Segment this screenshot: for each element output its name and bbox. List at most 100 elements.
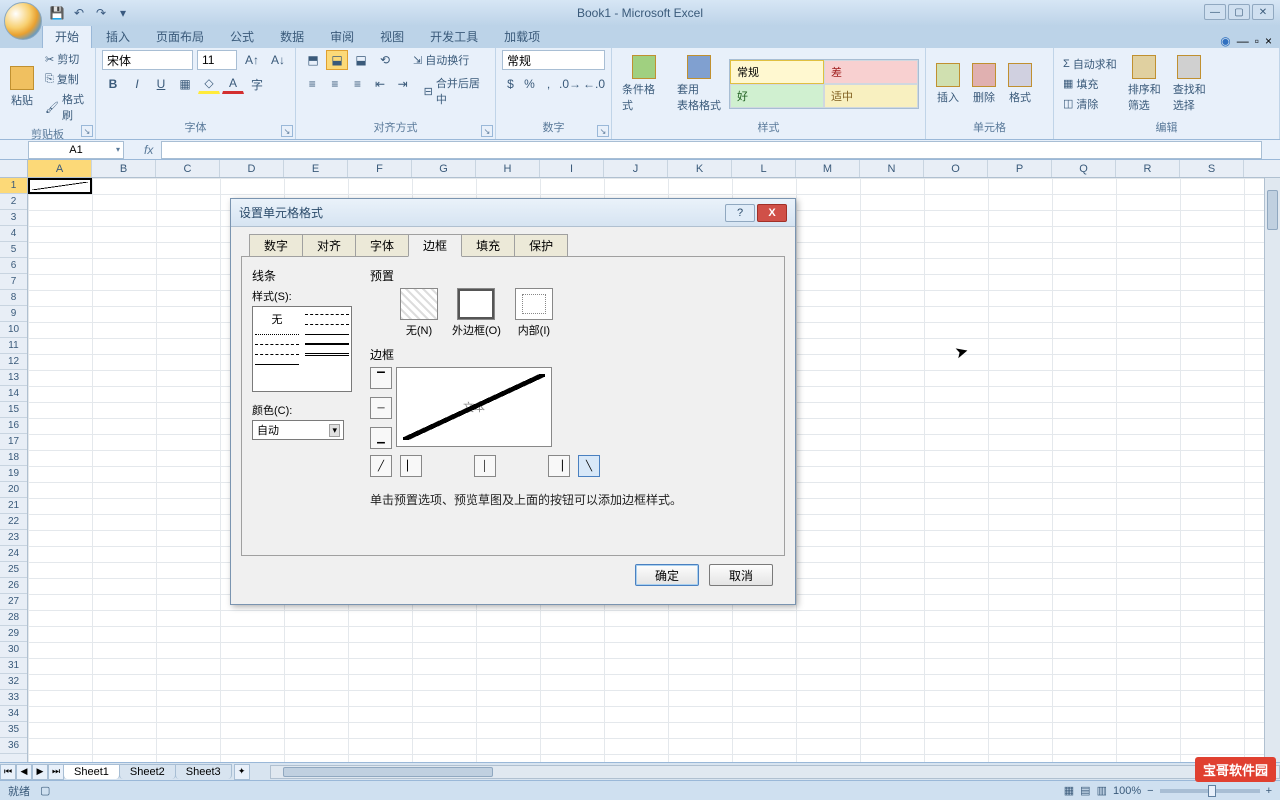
- style-neutral[interactable]: 适中: [824, 84, 918, 108]
- row-header-31[interactable]: 31: [0, 658, 27, 674]
- row-header-15[interactable]: 15: [0, 402, 27, 418]
- tab-formulas[interactable]: 公式: [218, 25, 266, 48]
- zoom-level[interactable]: 100%: [1113, 785, 1141, 797]
- shrink-font-icon[interactable]: A↓: [267, 50, 289, 70]
- col-header-B[interactable]: B: [92, 160, 156, 177]
- row-header-19[interactable]: 19: [0, 466, 27, 482]
- qat-customize-icon[interactable]: ▾: [114, 4, 132, 22]
- col-header-Q[interactable]: Q: [1052, 160, 1116, 177]
- border-button[interactable]: ▦: [174, 74, 196, 94]
- tab-insert[interactable]: 插入: [94, 25, 142, 48]
- bold-button[interactable]: B: [102, 74, 124, 94]
- line-style-none[interactable]: 无: [255, 309, 299, 329]
- tab-addins[interactable]: 加载项: [492, 25, 552, 48]
- fill-color-button[interactable]: ◇: [198, 74, 220, 94]
- comma-button[interactable]: ,: [540, 74, 557, 94]
- col-header-I[interactable]: I: [540, 160, 604, 177]
- dialog-close-button[interactable]: X: [757, 204, 787, 222]
- col-header-O[interactable]: O: [924, 160, 988, 177]
- col-header-N[interactable]: N: [860, 160, 924, 177]
- maximize-button[interactable]: ▢: [1228, 4, 1250, 20]
- clear-button[interactable]: ◫清除: [1060, 95, 1120, 113]
- row-header-30[interactable]: 30: [0, 642, 27, 658]
- number-format-combo[interactable]: 常规: [502, 50, 605, 70]
- dlg-tab-font[interactable]: 字体: [355, 234, 409, 257]
- active-cell-a1[interactable]: [28, 178, 92, 194]
- phonetic-button[interactable]: 字: [246, 74, 268, 94]
- wrap-text-button[interactable]: ⇲自动换行: [410, 50, 472, 70]
- row-header-17[interactable]: 17: [0, 434, 27, 450]
- view-normal-icon[interactable]: ▦: [1064, 784, 1074, 797]
- mdi-restore[interactable]: ▫: [1255, 34, 1259, 48]
- row-header-21[interactable]: 21: [0, 498, 27, 514]
- autosum-button[interactable]: Σ自动求和: [1060, 55, 1120, 73]
- col-header-H[interactable]: H: [476, 160, 540, 177]
- tab-view[interactable]: 视图: [368, 25, 416, 48]
- style-normal[interactable]: 常规: [730, 60, 824, 84]
- undo-icon[interactable]: ↶: [70, 4, 88, 22]
- col-header-D[interactable]: D: [220, 160, 284, 177]
- row-header-33[interactable]: 33: [0, 690, 27, 706]
- line-color-combo[interactable]: 自动: [252, 420, 344, 440]
- grow-font-icon[interactable]: A↑: [241, 50, 263, 70]
- style-good[interactable]: 好: [730, 84, 824, 108]
- style-bad[interactable]: 差: [824, 60, 918, 84]
- alignment-launcher[interactable]: ↘: [481, 125, 493, 137]
- view-layout-icon[interactable]: ▤: [1080, 784, 1090, 797]
- col-header-G[interactable]: G: [412, 160, 476, 177]
- border-hmiddle-button[interactable]: ─: [370, 397, 392, 419]
- line-style-double[interactable]: [305, 349, 349, 359]
- sheet-tab-1[interactable]: Sheet1: [63, 764, 120, 779]
- line-style-dashed3[interactable]: [305, 309, 349, 319]
- format-as-table-button[interactable]: 套用 表格格式: [673, 53, 725, 115]
- font-size-combo[interactable]: 11: [197, 50, 237, 70]
- align-bottom[interactable]: ⬓: [350, 50, 372, 70]
- row-header-14[interactable]: 14: [0, 386, 27, 402]
- sheet-tab-2[interactable]: Sheet2: [119, 764, 176, 779]
- new-sheet-button[interactable]: ✦: [234, 764, 250, 780]
- row-header-2[interactable]: 2: [0, 194, 27, 210]
- tab-home[interactable]: 开始: [42, 24, 92, 48]
- row-header-8[interactable]: 8: [0, 290, 27, 306]
- row-header-23[interactable]: 23: [0, 530, 27, 546]
- row-header-18[interactable]: 18: [0, 450, 27, 466]
- dialog-help-button[interactable]: ?: [725, 204, 755, 222]
- horizontal-scrollbar[interactable]: [270, 765, 1280, 779]
- name-box[interactable]: A1: [28, 141, 124, 159]
- dlg-tab-fill[interactable]: 填充: [461, 234, 515, 257]
- row-header-25[interactable]: 25: [0, 562, 27, 578]
- paste-button[interactable]: 粘贴: [6, 64, 38, 110]
- row-header-12[interactable]: 12: [0, 354, 27, 370]
- cut-button[interactable]: ✂剪切: [42, 50, 89, 68]
- dialog-cancel-button[interactable]: 取消: [709, 564, 773, 586]
- mdi-minimize[interactable]: —: [1237, 34, 1249, 48]
- col-header-F[interactable]: F: [348, 160, 412, 177]
- row-header-22[interactable]: 22: [0, 514, 27, 530]
- preset-none[interactable]: 无(N): [400, 288, 438, 338]
- view-break-icon[interactable]: ▥: [1097, 784, 1107, 797]
- row-header-13[interactable]: 13: [0, 370, 27, 386]
- col-header-R[interactable]: R: [1116, 160, 1180, 177]
- zoom-in-button[interactable]: +: [1266, 785, 1272, 797]
- sort-filter-button[interactable]: 排序和 筛选: [1124, 53, 1165, 115]
- line-style-list[interactable]: 无: [252, 306, 352, 392]
- line-style-thin[interactable]: [255, 359, 299, 369]
- border-vmiddle-button[interactable]: │: [474, 455, 496, 477]
- border-right-button[interactable]: ▕: [548, 455, 570, 477]
- cell-styles-gallery[interactable]: 常规 差 好 适中: [729, 59, 919, 109]
- orientation-button[interactable]: ⟲: [374, 50, 396, 70]
- col-header-M[interactable]: M: [796, 160, 860, 177]
- col-header-J[interactable]: J: [604, 160, 668, 177]
- zoom-slider[interactable]: [1160, 789, 1260, 793]
- col-header-E[interactable]: E: [284, 160, 348, 177]
- office-button[interactable]: [4, 2, 42, 40]
- col-header-L[interactable]: L: [732, 160, 796, 177]
- align-top[interactable]: ⬒: [302, 50, 324, 70]
- increase-decimal[interactable]: .0→: [559, 74, 581, 94]
- tab-data[interactable]: 数据: [268, 25, 316, 48]
- line-style-dashed1[interactable]: [255, 339, 299, 349]
- tab-developer[interactable]: 开发工具: [418, 25, 490, 48]
- preset-inside[interactable]: 内部(I): [515, 288, 553, 338]
- line-style-dotted[interactable]: [255, 329, 299, 339]
- next-sheet-button[interactable]: ▶: [32, 764, 48, 780]
